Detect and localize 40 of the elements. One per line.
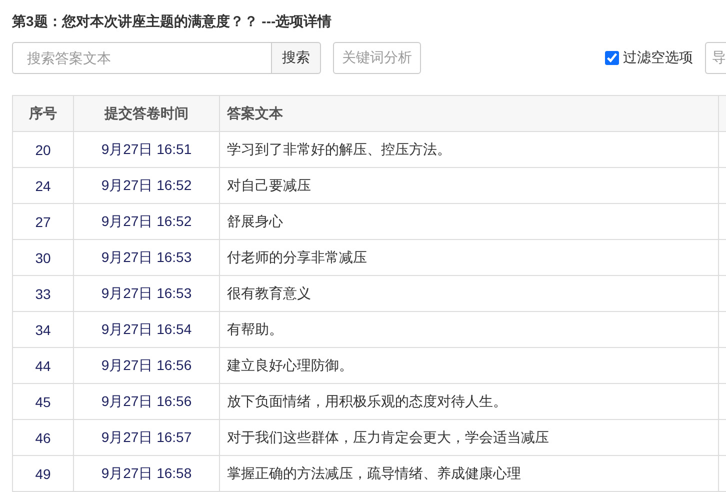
table-cell: 9月27日 16:57 (74, 420, 220, 456)
table-cell: 掌握正确的方法减压，疏导情绪、养成健康心理 (220, 456, 718, 492)
table-cell: 9月27日 16:52 (74, 204, 220, 240)
filter-checkbox[interactable] (605, 51, 619, 65)
export-button[interactable]: 导 (705, 42, 726, 74)
search-button[interactable]: 搜索 (272, 42, 321, 74)
table-cell: 20 (12, 132, 74, 168)
table-cell: 30 (12, 240, 74, 276)
table-cell: 34 (12, 312, 74, 348)
table-cell: 24 (12, 168, 74, 204)
column-header: 提交答卷时间 (74, 96, 220, 132)
filter-label: 过滤空选项 (623, 49, 693, 67)
table-cell: 建立良好心理防御。 (220, 348, 718, 384)
column-header: 序号 (12, 96, 74, 132)
table-cell: 对自己要减压 (220, 168, 718, 204)
table-cell: 9月27日 16:53 (74, 240, 220, 276)
table-cell: 对于我们这些群体，压力肯定会更大，学会适当减压 (220, 420, 718, 456)
table-cell: 9月27日 16:53 (74, 276, 220, 312)
table-cell: 9月27日 16:51 (74, 132, 220, 168)
table-cell: 9月27日 16:54 (74, 312, 220, 348)
table-cell: 49 (12, 456, 74, 492)
table-cell: 学习到了非常好的解压、控压方法。 (220, 132, 718, 168)
table-cell: 付老师的分享非常减压 (220, 240, 718, 276)
table-cell: 9月27日 16:56 (74, 384, 220, 420)
table-cell: 放下负面情绪，用积极乐观的态度对待人生。 (220, 384, 718, 420)
table-cell: 45 (12, 384, 74, 420)
table-cell: 舒展身心 (220, 204, 718, 240)
column-header: 答案文本 (220, 96, 718, 132)
table-cell: 9月27日 16:58 (74, 456, 220, 492)
search-field[interactable]: 搜索答案文本 (12, 42, 272, 74)
table-cell: 44 (12, 348, 74, 384)
table-cell: 46 (12, 420, 74, 456)
table-cell: 9月27日 16:56 (74, 348, 220, 384)
question-title: 第3题：您对本次讲座主题的满意度？？ ---选项详情 (12, 12, 333, 30)
table-cell: 很有教育意义 (220, 276, 718, 312)
table-cell: 33 (12, 276, 74, 312)
table-cell: 27 (12, 204, 74, 240)
table-cell: 9月27日 16:52 (74, 168, 220, 204)
keyword-analysis-button[interactable]: 关键词分析 (333, 42, 421, 74)
table-cell: 有帮助。 (220, 312, 718, 348)
